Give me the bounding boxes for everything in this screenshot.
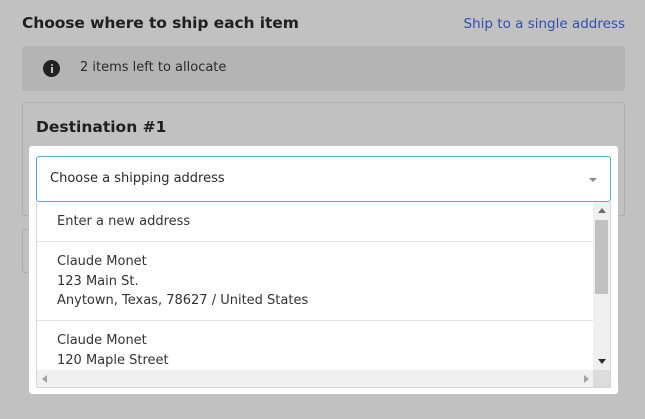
scroll-left-icon[interactable] [42, 375, 47, 383]
scroll-right-icon[interactable] [584, 375, 589, 383]
shipping-allocation-page: Choose where to ship each item Ship to a… [0, 0, 645, 419]
chevron-down-icon[interactable] [589, 178, 597, 182]
option-label: Enter a new address [57, 214, 191, 229]
vertical-scroll-thumb[interactable] [595, 220, 608, 294]
scroll-down-icon[interactable] [598, 359, 606, 364]
horizontal-scrollbar[interactable] [37, 370, 594, 387]
address-dropdown-panel: Choose a shipping address Enter a new ad… [29, 146, 618, 394]
info-message: 2 items left to allocate [80, 60, 227, 75]
option-address[interactable]: Claude Monet 123 Main St. Anytown, Texas… [37, 242, 594, 321]
address-street: 120 Maple Street [57, 352, 169, 368]
address-name: Claude Monet [57, 333, 147, 348]
shipping-address-select[interactable]: Choose a shipping address [36, 156, 611, 202]
scrollbar-corner [593, 370, 610, 387]
address-city-line: Anytown, Texas, 78627 / United States [57, 293, 309, 308]
address-name: Claude Monet [57, 254, 147, 269]
info-icon [43, 60, 60, 77]
option-enter-new-address[interactable]: Enter a new address [37, 202, 594, 242]
allocation-info-banner: 2 items left to allocate [22, 46, 625, 91]
page-title: Choose where to ship each item [22, 14, 299, 32]
address-options-list: Enter a new address Claude Monet 123 Mai… [36, 202, 611, 388]
scroll-up-icon[interactable] [598, 208, 606, 213]
destination-title: Destination #1 [36, 118, 167, 136]
ship-to-single-address-link[interactable]: Ship to a single address [464, 16, 625, 32]
vertical-scrollbar[interactable] [593, 202, 610, 370]
select-current-value: Choose a shipping address [50, 171, 225, 186]
address-street: 123 Main St. [57, 273, 139, 289]
